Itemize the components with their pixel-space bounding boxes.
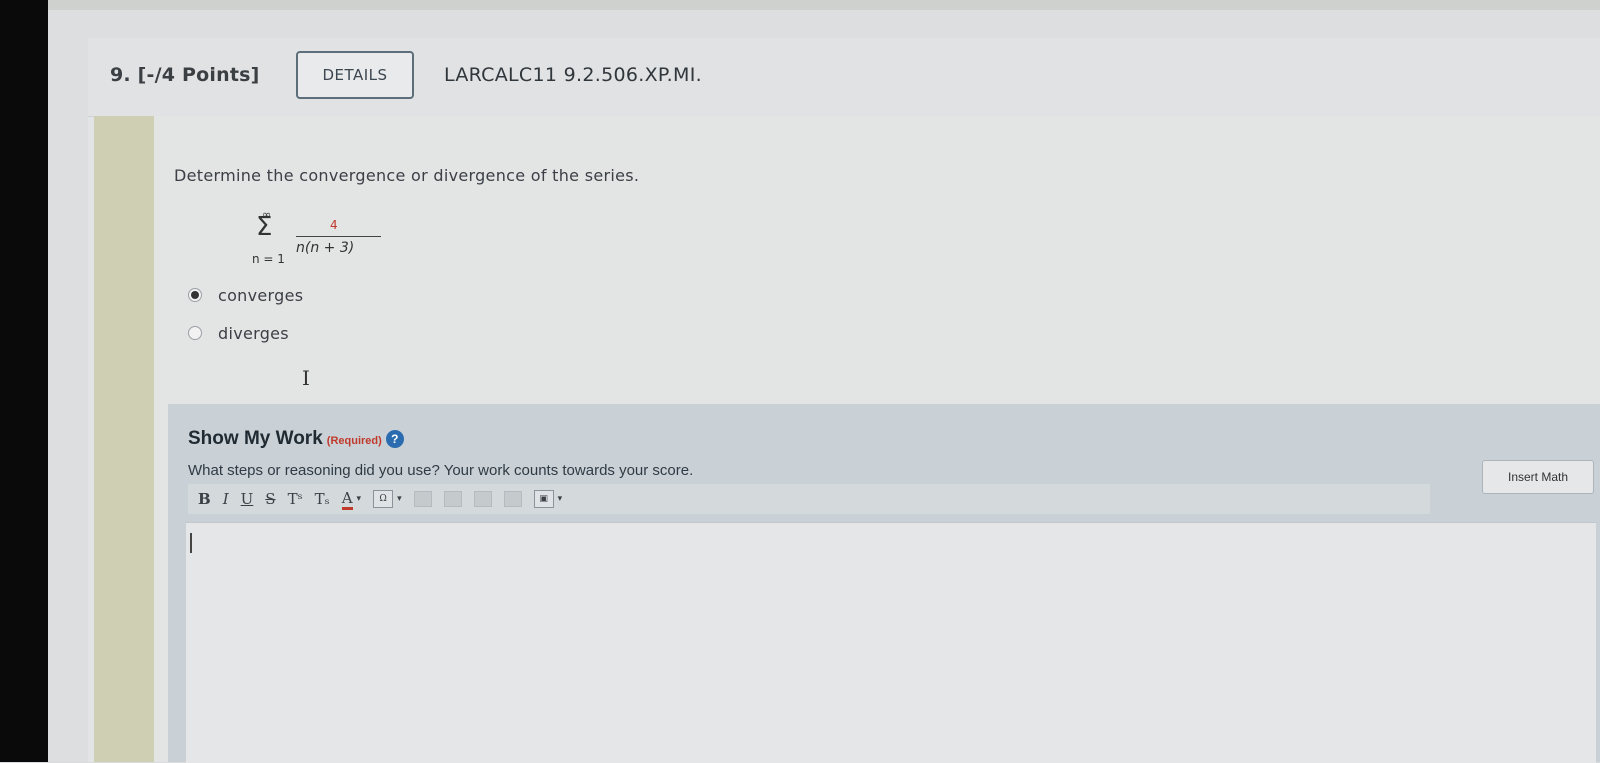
- details-button[interactable]: DETAILS: [296, 51, 414, 99]
- screen: 9. [-/4 Points] DETAILS LARCALC11 9.2.50…: [48, 0, 1600, 763]
- choice-label-converges: converges: [218, 285, 304, 305]
- question-panel: 9. [-/4 Points] DETAILS LARCALC11 9.2.50…: [88, 38, 1600, 763]
- monitor-bezel: [0, 0, 48, 762]
- text-color-dropdown-icon[interactable]: ▾: [357, 494, 362, 504]
- strikethrough-button[interactable]: S: [265, 490, 275, 508]
- editor-toolbar: B I U S Tˢ Tₛ A ▾ Ω ▾ ▣ ▾: [188, 484, 1430, 514]
- align-center-icon: [443, 491, 462, 507]
- choice-diverges[interactable]: diverges: [188, 322, 289, 344]
- question-reference: LARCALC11 9.2.506.XP.MI.: [444, 64, 702, 86]
- question-left-bar: [94, 116, 154, 762]
- underline-button[interactable]: U: [241, 490, 254, 508]
- help-icon[interactable]: ?: [385, 429, 404, 448]
- show-my-work-description: What steps or reasoning did you use? You…: [188, 462, 694, 479]
- fraction-numerator: 4: [330, 218, 338, 232]
- subscript-button[interactable]: Tₛ: [315, 490, 330, 508]
- superscript-button[interactable]: Tˢ: [288, 490, 303, 508]
- editor-caret: [190, 533, 192, 553]
- italic-button[interactable]: I: [223, 490, 229, 508]
- special-characters-dropdown-icon[interactable]: ▾: [397, 494, 402, 504]
- special-characters-icon[interactable]: Ω: [373, 490, 394, 508]
- text-cursor-icon: I: [302, 366, 310, 390]
- insert-math-button[interactable]: Insert Math: [1482, 460, 1594, 494]
- bullet-list-icon: [473, 491, 492, 507]
- choice-label-diverges: diverges: [218, 323, 289, 343]
- text-color-button[interactable]: A: [341, 489, 353, 510]
- show-my-work-title: Show My Work (Required)?: [188, 428, 404, 450]
- fraction-denominator: n(n + 3): [296, 240, 355, 256]
- radio-selected-dot: [191, 291, 199, 299]
- show-my-work-label: Show My Work: [188, 428, 323, 449]
- question-header: 9. [-/4 Points] DETAILS LARCALC11 9.2.50…: [88, 38, 1600, 117]
- radio-converges[interactable]: [188, 288, 202, 302]
- question-number-points: 9. [-/4 Points]: [110, 64, 260, 86]
- fraction-bar: [296, 236, 381, 237]
- show-my-work-section: Show My Work (Required)? What steps or re…: [168, 404, 1600, 763]
- bold-button[interactable]: B: [198, 490, 211, 508]
- sigma-symbol: Σ: [256, 212, 273, 242]
- top-band: [48, 0, 1600, 10]
- required-tag: (Required): [326, 435, 382, 447]
- sigma-lower-bound: n = 1: [252, 252, 285, 266]
- align-left-icon: [413, 491, 432, 507]
- choice-converges[interactable]: converges: [188, 284, 303, 306]
- question-prompt: Determine the convergence or divergence …: [174, 166, 640, 185]
- question-content: Determine the convergence or divergence …: [154, 116, 1600, 763]
- insert-image-dropdown-icon[interactable]: ▾: [558, 494, 563, 504]
- series-expression: ∞ Σ n = 1 4 n(n + 3): [252, 208, 392, 278]
- insert-image-icon[interactable]: ▣: [533, 490, 554, 508]
- work-editor-area[interactable]: [186, 522, 1596, 763]
- radio-diverges[interactable]: [188, 326, 202, 340]
- numbered-list-icon: [503, 491, 522, 507]
